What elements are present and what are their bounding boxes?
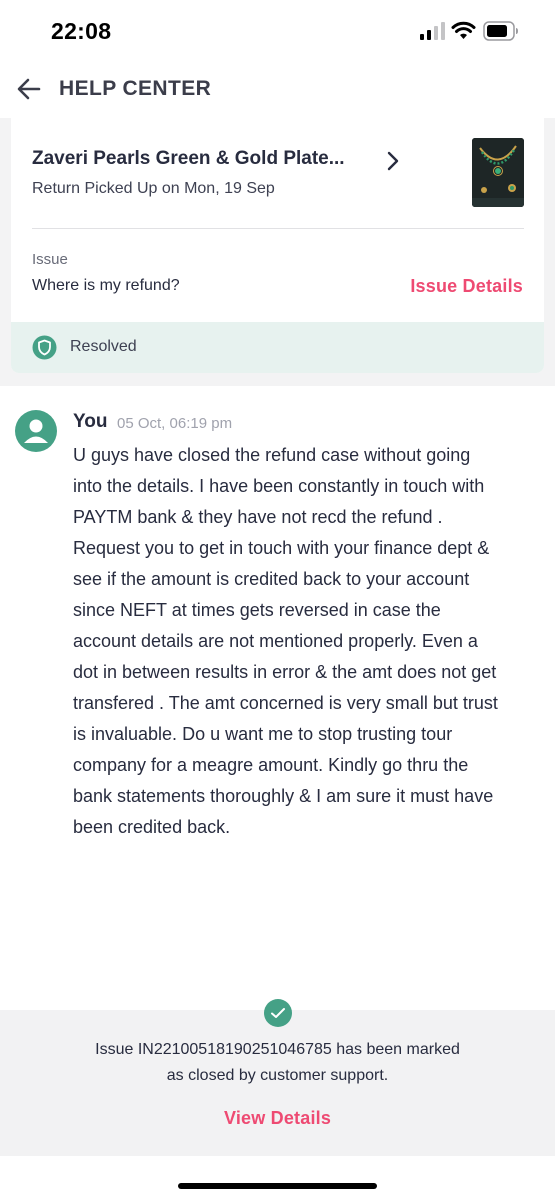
closed-notice-text-line1: Issue IN22100518190251046785 has been ma… xyxy=(95,1041,460,1058)
closed-notice-text-line2: as closed by customer support. xyxy=(166,1067,389,1084)
issue-label: Issue xyxy=(32,251,68,268)
message-body: U guys have closed the refund case witho… xyxy=(73,445,498,837)
app-header: HELP CENTER xyxy=(0,62,555,118)
issue-details-link[interactable]: Issue Details xyxy=(410,276,523,297)
issue-text: Where is my refund? xyxy=(32,277,180,294)
status-time: 22:08 xyxy=(51,18,112,44)
product-name: Zaveri Pearls Green & Gold Plate... xyxy=(32,148,345,169)
back-arrow-icon[interactable] xyxy=(14,74,44,104)
check-circle-icon xyxy=(264,999,292,1027)
battery-icon xyxy=(483,21,518,41)
resolved-label: Resolved xyxy=(70,338,137,355)
page-title: HELP CENTER xyxy=(59,77,212,100)
resolved-status-bar: Resolved xyxy=(11,322,544,373)
message-timestamp: 05 Oct, 06:19 pm xyxy=(117,415,233,432)
divider xyxy=(32,228,524,229)
closed-notice: Issue IN22100518190251046785 has been ma… xyxy=(0,999,555,1156)
return-status: Return Picked Up on Mon, 19 Sep xyxy=(32,180,275,197)
user-avatar xyxy=(15,410,57,452)
product-thumbnail xyxy=(472,138,524,207)
home-indicator xyxy=(178,1183,377,1189)
status-bar: 22:08 xyxy=(0,0,555,62)
help-center-screen: 22:08 HELP CENTER Zaveri Pearls Green & xyxy=(0,0,555,1200)
signal-icon xyxy=(420,22,445,40)
issue-summary-panel: Zaveri Pearls Green & Gold Plate... Retu… xyxy=(0,118,555,386)
order-card: Zaveri Pearls Green & Gold Plate... Retu… xyxy=(11,118,544,373)
product-row[interactable]: Zaveri Pearls Green & Gold Plate... Retu… xyxy=(11,118,544,228)
shield-check-icon xyxy=(32,335,57,360)
chevron-right-icon xyxy=(387,151,399,171)
view-details-link[interactable]: View Details xyxy=(0,1108,555,1129)
chat-message: You 05 Oct, 06:19 pm U guys have closed … xyxy=(0,386,555,986)
message-sender: You xyxy=(73,411,108,432)
wifi-icon xyxy=(451,21,476,39)
